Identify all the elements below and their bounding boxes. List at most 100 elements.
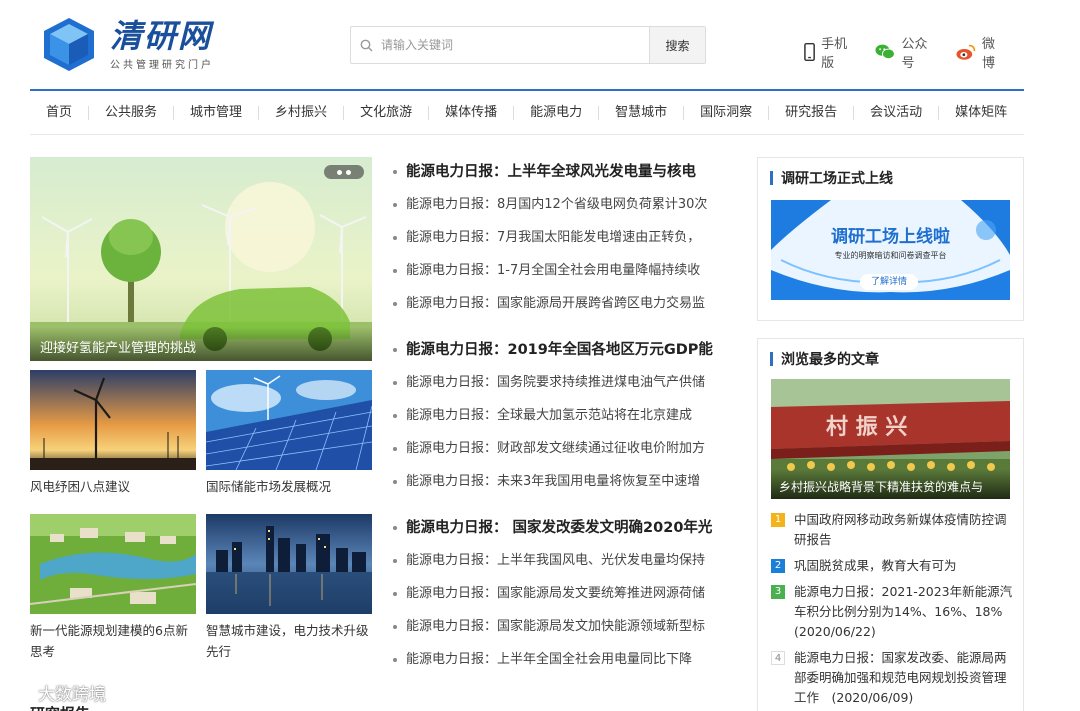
news-item-text: 能源电力日报：全球最大加氢示范站将在北京建成 [406,408,693,423]
bullet-icon [393,236,397,240]
carousel-dot[interactable] [337,169,342,175]
survey-box: 调研工场正式上线 调研工场上线啦 专业的明察暗访和问卷调查平台 了解详情 [757,157,1024,321]
banner-details-button[interactable]: 了解详情 [860,274,918,290]
nav-item-energy[interactable]: 能源电力 [514,105,600,120]
hero-caption[interactable]: 迎接好氢能产业管理的挑战 [30,327,372,361]
popular-list-item[interactable]: 4 能源电力日报：国家发改委、能源局两部委明确加强和规范电网规划投资管理工作 (… [771,648,1017,708]
nav-item-culture-tourism[interactable]: 文化旅游 [344,105,430,120]
search-box: 搜索 [350,26,706,64]
thumb-caption[interactable]: 新一代能源规划建模的6点新思考 [30,620,196,662]
banner-title: 调研工场上线啦 [831,227,950,247]
popular-item-text: 能源电力日报：2021-2023年新能源汽车积分比例分别为14%、16%、18%… [794,584,1015,639]
news-headline[interactable]: 能源电力日报： 国家发改委发文明确2020年光 [393,516,743,549]
news-item-text: 能源电力日报：国家能源局发文加快能源领域新型标 [406,619,706,634]
popular-list: 1 中国政府网移动政务新媒体疫情防控调研报告 2 巩固脱贫成果，教育大有可为 3… [771,510,1017,711]
news-item-text: 能源电力日报：8月国内12个省级电网负荷累计30次 [406,197,708,212]
popular-item-text: 中国政府网移动政务新媒体疫情防控调研报告 [794,512,1007,547]
popular-feature[interactable]: 村 振 兴 乡村振兴战略背景下精准扶贫的难点与 [771,379,1010,499]
thumb-caption[interactable]: 国际储能市场发展概况 [206,476,372,497]
news-item-text: 能源电力日报：国家能源局发文要统筹推进网源荷储 [406,586,706,601]
news-item-text: 能源电力日报：国家能源局开展跨省跨区电力交易监 [406,296,706,311]
cube-logo-icon [44,18,94,71]
thumb-caption[interactable]: 智慧城市建设，电力技术升级先行 [206,620,372,662]
news-item-text: 能源电力日报：未来3年我国用电量将恢复至中速增 [406,474,701,489]
news-headline[interactable]: 能源电力日报：2019年全国各地区万元GDP能 [393,338,743,371]
nav-item-city-management[interactable]: 城市管理 [174,105,260,120]
news-item[interactable]: 能源电力日报：8月国内12个省级电网负荷累计30次 [393,193,743,226]
search-button[interactable]: 搜索 [649,27,705,63]
phone-icon [804,42,815,62]
news-item[interactable]: 能源电力日报：7月我国太阳能发电增速由正转负， [393,226,743,259]
bullet-icon [393,414,397,418]
weibo-link-label: 微博 [981,37,995,71]
mobile-link[interactable]: 手机版 [804,33,857,71]
thumb-smart-city[interactable] [206,514,372,614]
survey-box-title[interactable]: 调研工场正式上线 [758,158,1023,198]
nav-item-media[interactable]: 媒体传播 [429,105,515,120]
bullet-icon [393,559,397,563]
news-item[interactable]: 能源电力日报：上半年全国全社会用电量同比下降 [393,648,743,681]
bullet-icon [393,526,397,530]
wechat-link-label: 公众号 [901,37,928,71]
news-item[interactable]: 能源电力日报：国家能源局发文要统筹推进网源荷储 [393,582,743,615]
news-item[interactable]: 能源电力日报：国家能源局开展跨省跨区电力交易监 [393,292,743,325]
rank-badge: 1 [771,513,785,527]
news-item[interactable]: 能源电力日报：上半年我国风电、光伏发电量均保持 [393,549,743,582]
wechat-link[interactable]: 公众号 [875,33,937,71]
news-headline-text: 能源电力日报：上半年全球风光发电量与核电 [406,164,696,180]
survey-banner[interactable]: 调研工场上线啦 专业的明察暗访和问卷调查平台 了解详情 [771,200,1010,300]
news-headline[interactable]: 能源电力日报：上半年全球风光发电量与核电 [393,160,743,193]
sign-text: 村 振 兴 [826,414,907,440]
news-item-text: 能源电力日报：财政部发文继续通过征收电价附加方 [406,441,706,456]
search-icon [351,27,381,63]
bullet-icon [393,302,397,306]
bullet-icon [393,592,397,596]
nav-item-events[interactable]: 会议活动 [854,105,940,120]
thumb-wind-power[interactable] [30,370,196,470]
thumb-energy-planning[interactable] [30,514,196,614]
news-block: 能源电力日报：上半年全球风光发电量与核电 能源电力日报：8月国内12个省级电网负… [393,160,743,325]
news-block: 能源电力日报： 国家发改委发文明确2020年光 能源电力日报：上半年我国风电、光… [393,516,743,681]
site-logo[interactable]: 清研网 公共管理研究门户 [42,16,214,72]
wechat-icon [875,44,896,60]
search-input[interactable] [381,27,649,63]
popular-list-item[interactable]: 3 能源电力日报：2021-2023年新能源汽车积分比例分别为14%、16%、1… [771,582,1017,642]
nav-item-public-service[interactable]: 公共服务 [89,105,175,120]
carousel-dot[interactable] [346,169,351,175]
thumb-energy-storage[interactable] [206,370,372,470]
thumb-caption[interactable]: 风电纾困八点建议 [30,476,196,497]
news-item[interactable]: 能源电力日报：国务院要求持续推进煤电油气产供储 [393,371,743,404]
nav-item-media-matrix[interactable]: 媒体矩阵 [939,105,1023,120]
news-item[interactable]: 能源电力日报：财政部发文继续通过征收电价附加方 [393,437,743,470]
hero-carousel[interactable]: 迎接好氢能产业管理的挑战 [30,157,372,361]
bullet-icon [393,170,397,174]
news-item[interactable]: 能源电力日报：国家能源局发文加快能源领域新型标 [393,615,743,648]
weibo-icon [956,44,975,60]
bullet-icon [393,348,397,352]
popular-list-item[interactable]: 2 巩固脱贫成果，教育大有可为 [771,556,1017,576]
bullet-icon [393,269,397,273]
mobile-link-label: 手机版 [821,37,848,71]
nav-item-smart-city[interactable]: 智慧城市 [599,105,685,120]
news-block: 能源电力日报：2019年全国各地区万元GDP能 能源电力日报：国务院要求持续推进… [393,338,743,503]
news-item-text: 能源电力日报：7月我国太阳能发电增速由正转负， [406,230,701,245]
popular-item-text: 巩固脱贫成果，教育大有可为 [794,558,957,573]
weibo-link[interactable]: 微博 [956,33,1006,71]
rank-badge: 2 [771,559,785,573]
bullet-icon [393,658,397,662]
news-item-text: 能源电力日报：上半年我国风电、光伏发电量均保持 [406,553,706,568]
popular-list-item[interactable]: 1 中国政府网移动政务新媒体疫情防控调研报告 [771,510,1017,550]
city-night-skyline-image [206,514,372,614]
bullet-icon [393,447,397,451]
nav-item-international[interactable]: 国际洞察 [684,105,770,120]
news-item[interactable]: 能源电力日报：1-7月全国全社会用电量降幅持续收 [393,259,743,292]
banner-subtitle: 专业的明察暗访和问卷调查平台 [834,251,947,260]
nav-item-rural-revitalization[interactable]: 乡村振兴 [259,105,345,120]
popular-feature-caption[interactable]: 乡村振兴战略背景下精准扶贫的难点与 [771,469,1010,499]
bullet-icon [393,381,397,385]
nav-item-research-report[interactable]: 研究报告 [769,105,855,120]
news-item[interactable]: 能源电力日报：未来3年我国用电量将恢复至中速增 [393,470,743,503]
nav-item-home[interactable]: 首页 [30,105,90,120]
carousel-indicator[interactable] [324,165,364,179]
news-item[interactable]: 能源电力日报：全球最大加氢示范站将在北京建成 [393,404,743,437]
